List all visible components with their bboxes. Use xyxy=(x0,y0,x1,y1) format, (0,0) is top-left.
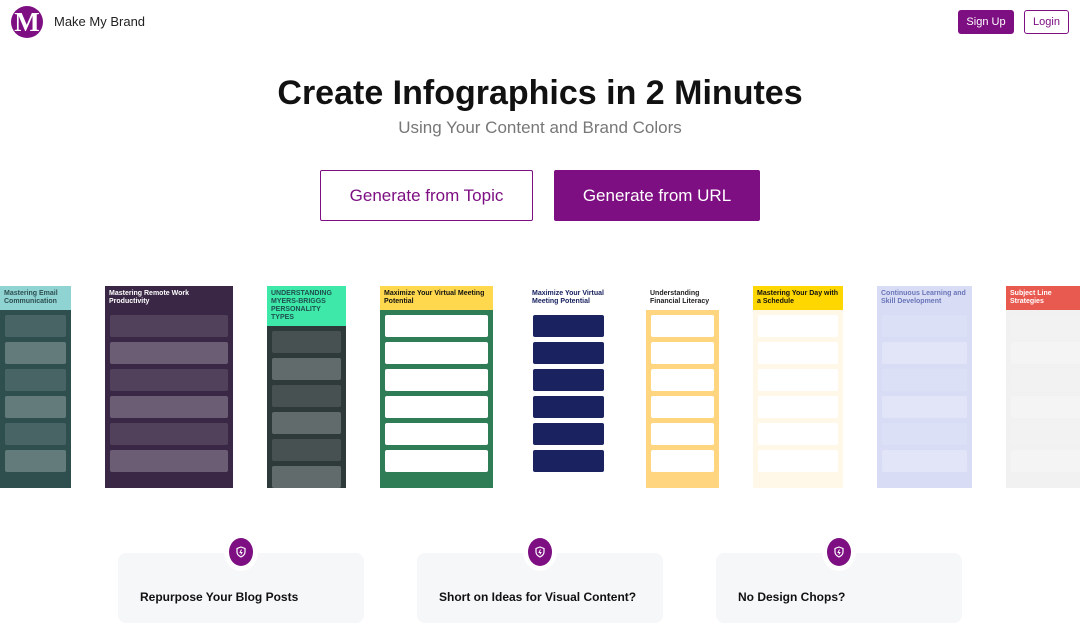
infographic-section xyxy=(385,450,488,472)
feature-title: Repurpose Your Blog Posts xyxy=(140,590,299,604)
infographic-section xyxy=(5,396,66,418)
infographic-thumbnail[interactable]: Maximize Your Virtual Meeting Potential xyxy=(380,286,493,488)
infographic-section xyxy=(110,396,228,418)
infographic-section xyxy=(385,396,488,418)
infographic-section xyxy=(882,315,967,337)
infographic-title: Maximize Your Virtual Meeting Potential xyxy=(532,290,604,305)
infographic-section xyxy=(385,423,488,445)
infographic-section xyxy=(758,369,838,391)
infographic-section xyxy=(272,358,341,380)
infographic-section xyxy=(533,396,604,418)
infographic-section xyxy=(385,342,488,364)
feature-title: Short on Ideas for Visual Content? xyxy=(439,590,637,604)
infographic-thumbnail[interactable]: Mastering Email Communication xyxy=(0,286,71,488)
infographic-section xyxy=(882,369,967,391)
infographic-section xyxy=(882,396,967,418)
infographic-section xyxy=(1011,342,1080,364)
infographic-section xyxy=(110,450,228,472)
infographic-section xyxy=(533,369,604,391)
infographic-section xyxy=(5,315,66,337)
infographic-section xyxy=(533,450,604,472)
infographic-section xyxy=(5,450,66,472)
infographic-section xyxy=(1011,396,1080,418)
infographic-thumbnail[interactable]: Continuous Learning and Skill Developmen… xyxy=(877,286,972,488)
infographic-thumbnail[interactable]: Subject Line Strategies xyxy=(1006,286,1080,488)
logo[interactable]: M xyxy=(11,6,43,38)
infographic-title: Maximize Your Virtual Meeting Potential xyxy=(384,290,485,305)
infographic-section xyxy=(110,369,228,391)
infographic-section xyxy=(651,315,714,337)
infographic-section xyxy=(533,315,604,337)
infographic-title: Mastering Your Day with a Schedule xyxy=(757,290,839,305)
infographic-section xyxy=(1011,423,1080,445)
infographic-section xyxy=(651,369,714,391)
infographic-title: Mastering Email Communication xyxy=(4,290,58,305)
infographic-title: Mastering Remote Work Productivity xyxy=(109,290,189,305)
infographic-section xyxy=(651,342,714,364)
infographic-section xyxy=(758,342,838,364)
infographic-section xyxy=(533,342,604,364)
infographic-section xyxy=(110,423,228,445)
header: M Make My Brand Sign Up Login xyxy=(0,0,1080,44)
infographic-thumbnail[interactable]: Mastering Your Day with a Schedule xyxy=(753,286,843,488)
infographic-thumbnail[interactable]: Understanding Financial Literacy xyxy=(646,286,719,488)
shield-bolt-icon xyxy=(827,538,851,566)
infographic-section xyxy=(272,466,341,488)
generate-from-url-button[interactable]: Generate from URL xyxy=(554,170,760,221)
infographic-section xyxy=(533,423,604,445)
infographic-title: UNDERSTANDING MYERS-BRIGGS PERSONALITY T… xyxy=(271,290,332,321)
infographic-section xyxy=(758,315,838,337)
infographic-section xyxy=(1011,315,1080,337)
infographic-section xyxy=(882,342,967,364)
page-title: Create Infographics in 2 Minutes xyxy=(277,74,803,112)
infographic-section xyxy=(110,315,228,337)
shield-bolt-icon xyxy=(229,538,253,566)
infographic-section xyxy=(110,342,228,364)
infographic-section xyxy=(385,315,488,337)
login-button[interactable]: Login xyxy=(1024,10,1069,34)
brand-name[interactable]: Make My Brand xyxy=(54,14,145,29)
infographic-thumbnail[interactable]: Maximize Your Virtual Meeting Potential xyxy=(528,286,609,488)
infographic-section xyxy=(758,450,838,472)
infographic-section xyxy=(272,331,341,353)
generate-from-topic-button[interactable]: Generate from Topic xyxy=(320,170,533,221)
infographic-section xyxy=(5,369,66,391)
infographic-section xyxy=(385,369,488,391)
page-subtitle: Using Your Content and Brand Colors xyxy=(398,118,682,137)
feature-title: No Design Chops? xyxy=(738,590,846,604)
infographic-section xyxy=(5,342,66,364)
infographic-section xyxy=(272,439,341,461)
shield-bolt-icon xyxy=(528,538,552,566)
infographic-section xyxy=(272,385,341,407)
infographic-section xyxy=(5,423,66,445)
infographic-thumbnail[interactable]: UNDERSTANDING MYERS-BRIGGS PERSONALITY T… xyxy=(267,286,346,488)
infographic-title: Subject Line Strategies xyxy=(1010,290,1052,305)
infographic-section xyxy=(651,423,714,445)
sign-up-button[interactable]: Sign Up xyxy=(958,10,1014,34)
infographic-thumbnail[interactable]: Mastering Remote Work Productivity xyxy=(105,286,233,488)
infographic-section xyxy=(882,450,967,472)
infographic-section xyxy=(758,396,838,418)
infographic-section xyxy=(651,396,714,418)
infographic-section xyxy=(1011,369,1080,391)
infographic-title: Understanding Financial Literacy xyxy=(650,290,710,305)
infographic-section xyxy=(651,450,714,472)
infographic-section xyxy=(758,423,838,445)
infographic-section xyxy=(1011,450,1080,472)
infographic-section xyxy=(272,412,341,434)
infographic-title: Continuous Learning and Skill Developmen… xyxy=(881,290,966,305)
infographic-section xyxy=(882,423,967,445)
